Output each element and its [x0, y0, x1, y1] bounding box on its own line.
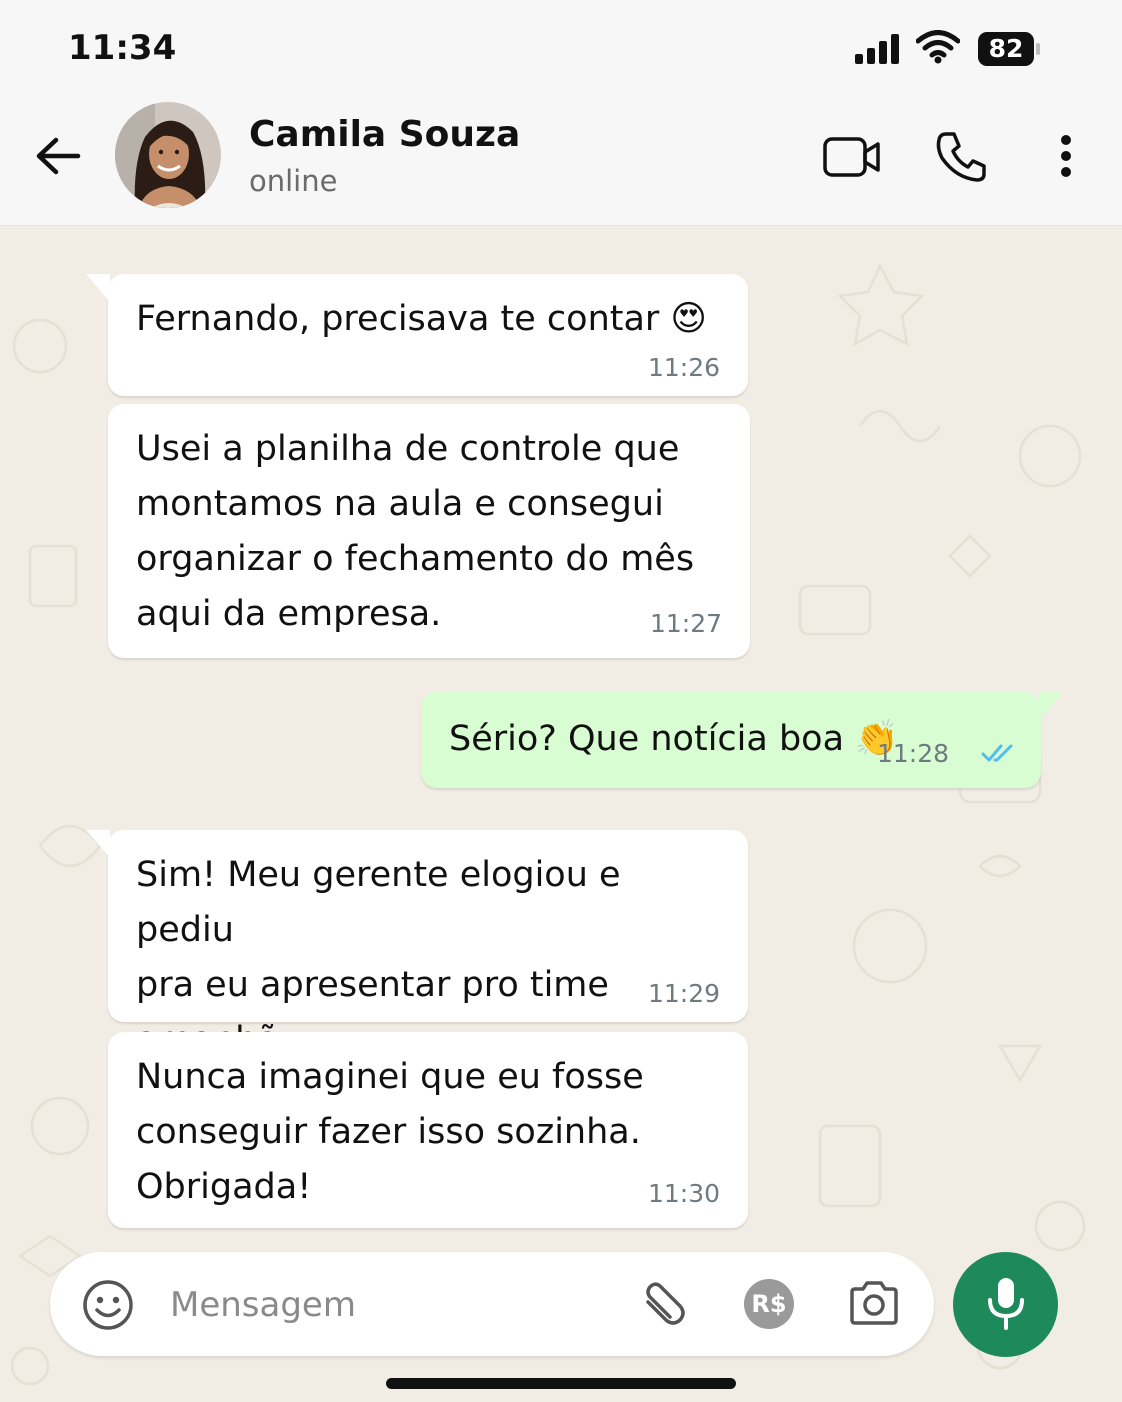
- wifi-icon: [916, 30, 960, 64]
- message-time: 11:29: [647, 979, 720, 1008]
- camera-icon[interactable]: [848, 1280, 900, 1326]
- payment-icon[interactable]: R$: [744, 1279, 794, 1329]
- emoji-icon[interactable]: [82, 1279, 134, 1331]
- read-receipt-icon: [981, 744, 1013, 762]
- message-composer: R$: [50, 1252, 934, 1356]
- message-bubble-outgoing[interactable]: Sério? Que notícia boa 👏 11:28: [421, 692, 1063, 788]
- message-text: Nunca imaginei que eu fosse conseguir fa…: [136, 1057, 644, 1207]
- message-input[interactable]: [168, 1274, 612, 1336]
- message-time: 11:27: [649, 609, 722, 638]
- message-bubble-incoming[interactable]: Usei a planilha de controle que montamos…: [108, 404, 750, 658]
- message-bubble-incoming[interactable]: Nunca imaginei que eu fosse conseguir fa…: [108, 1032, 748, 1228]
- message-time: 11:28: [876, 739, 949, 768]
- chat-header: Camila Souza online: [0, 100, 1122, 226]
- battery-level: 82: [978, 32, 1034, 66]
- message-bubble-incoming[interactable]: Fernando, precisava te contar 😍 11:26: [86, 274, 748, 396]
- chat-area[interactable]: Fernando, precisava te contar 😍 11:26 Us…: [0, 226, 1122, 1402]
- signal-icon: [855, 34, 899, 64]
- message-bubble-incoming[interactable]: Sim! Meu gerente elogiou e pediu pra eu …: [86, 830, 748, 1115]
- battery-icon: 82: [978, 32, 1040, 66]
- message-text: Usei a planilha de controle que montamos…: [136, 429, 695, 634]
- back-arrow-icon[interactable]: [34, 136, 82, 176]
- contact-status: online: [249, 164, 338, 198]
- attach-icon[interactable]: [640, 1280, 692, 1330]
- home-indicator: [386, 1378, 736, 1389]
- message-time: 11:30: [647, 1179, 720, 1208]
- microphone-icon: [988, 1278, 1024, 1330]
- microphone-button[interactable]: [953, 1252, 1058, 1357]
- status-time: 11:34: [68, 28, 177, 68]
- more-options-icon[interactable]: [1052, 134, 1080, 180]
- phone-call-icon[interactable]: [934, 130, 988, 184]
- video-call-icon[interactable]: [822, 136, 882, 178]
- status-bar: 11:34 82: [0, 0, 1122, 100]
- message-time: 11:26: [647, 353, 720, 382]
- message-text: Fernando, precisava te contar 😍: [136, 299, 707, 339]
- contact-name[interactable]: Camila Souza: [249, 114, 520, 155]
- avatar[interactable]: [115, 102, 221, 208]
